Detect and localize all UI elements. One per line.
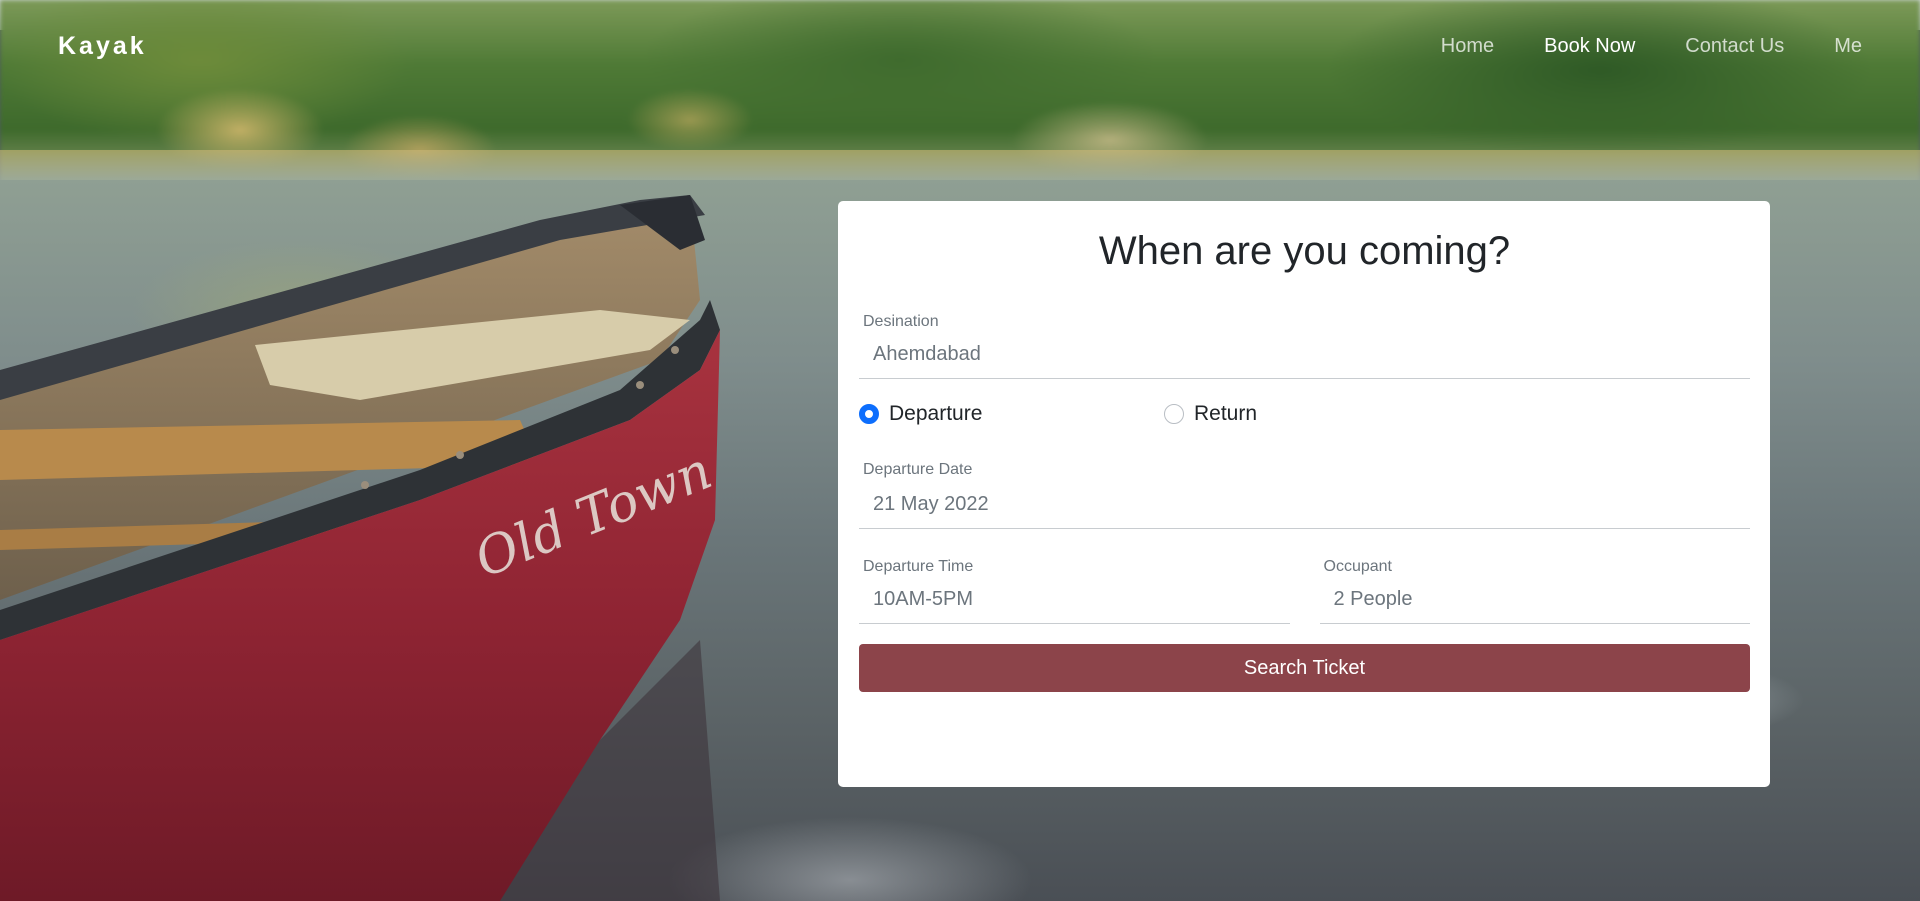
brand-logo[interactable]: Kayak	[58, 32, 147, 61]
occupant-label: Occupant	[1323, 558, 1392, 575]
radio-return-button[interactable]	[1164, 404, 1184, 424]
time-occupant-row: Departure Time Occupant	[859, 529, 1750, 624]
departure-date-label: Departure Date	[863, 461, 973, 478]
destination-field: Desination	[859, 303, 1750, 379]
page: Old Town Kayak Home Book Now Contact Us …	[0, 0, 1920, 901]
nav-link-home[interactable]: Home	[1416, 35, 1519, 58]
nav-link-book-now[interactable]: Book Now	[1519, 35, 1660, 58]
nav-link-contact-us[interactable]: Contact Us	[1660, 35, 1809, 58]
search-ticket-button[interactable]: Search Ticket	[859, 644, 1750, 692]
nav-link-me[interactable]: Me	[1809, 35, 1862, 58]
nav-links: Home Book Now Contact Us Me	[1416, 35, 1862, 58]
departure-time-input[interactable]	[859, 582, 1290, 617]
occupant-input[interactable]	[1319, 582, 1750, 617]
radio-return-label: Return	[1194, 402, 1258, 425]
radio-departure-button[interactable]	[859, 404, 879, 424]
radio-return[interactable]: Return	[1164, 402, 1257, 426]
booking-title: When are you coming?	[1098, 229, 1511, 273]
departure-time-label: Departure Time	[863, 558, 974, 575]
departure-time-field: Departure Time	[859, 529, 1290, 624]
departure-date-input[interactable]	[859, 487, 1750, 522]
occupant-field: Occupant	[1319, 529, 1750, 624]
destination-label: Desination	[863, 313, 939, 330]
trip-type-group: Departure Return	[859, 379, 1750, 449]
radio-departure[interactable]: Departure	[859, 402, 1164, 426]
top-navigation: Kayak Home Book Now Contact Us Me	[0, 0, 1920, 92]
departure-date-field: Departure Date	[859, 449, 1750, 529]
destination-input[interactable]	[859, 337, 1750, 372]
radio-departure-label: Departure	[889, 402, 983, 425]
booking-card: When are you coming? Desination Departur…	[838, 201, 1770, 787]
